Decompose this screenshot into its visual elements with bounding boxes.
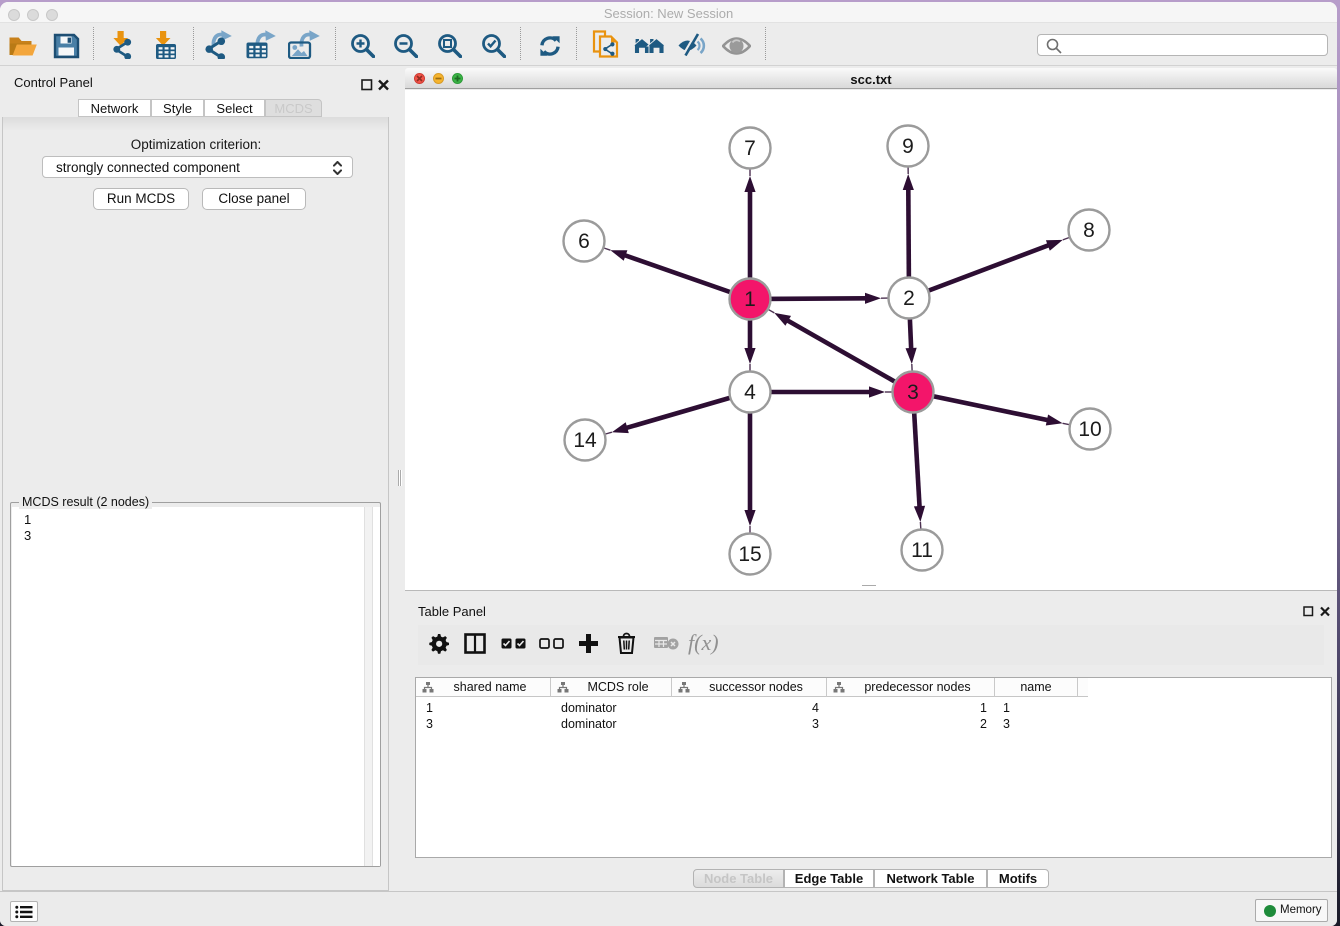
svg-text:1: 1	[744, 288, 756, 311]
svg-text:9: 9	[902, 135, 914, 158]
svg-text:15: 15	[738, 543, 761, 566]
svg-text:3: 3	[907, 381, 919, 404]
svg-text:2: 2	[903, 287, 915, 310]
svg-text:6: 6	[578, 230, 590, 253]
svg-text:11: 11	[911, 539, 933, 562]
svg-text:7: 7	[744, 137, 756, 160]
svg-text:14: 14	[573, 429, 597, 452]
svg-text:4: 4	[744, 381, 756, 404]
svg-text:8: 8	[1083, 219, 1095, 242]
svg-text:10: 10	[1078, 418, 1101, 441]
